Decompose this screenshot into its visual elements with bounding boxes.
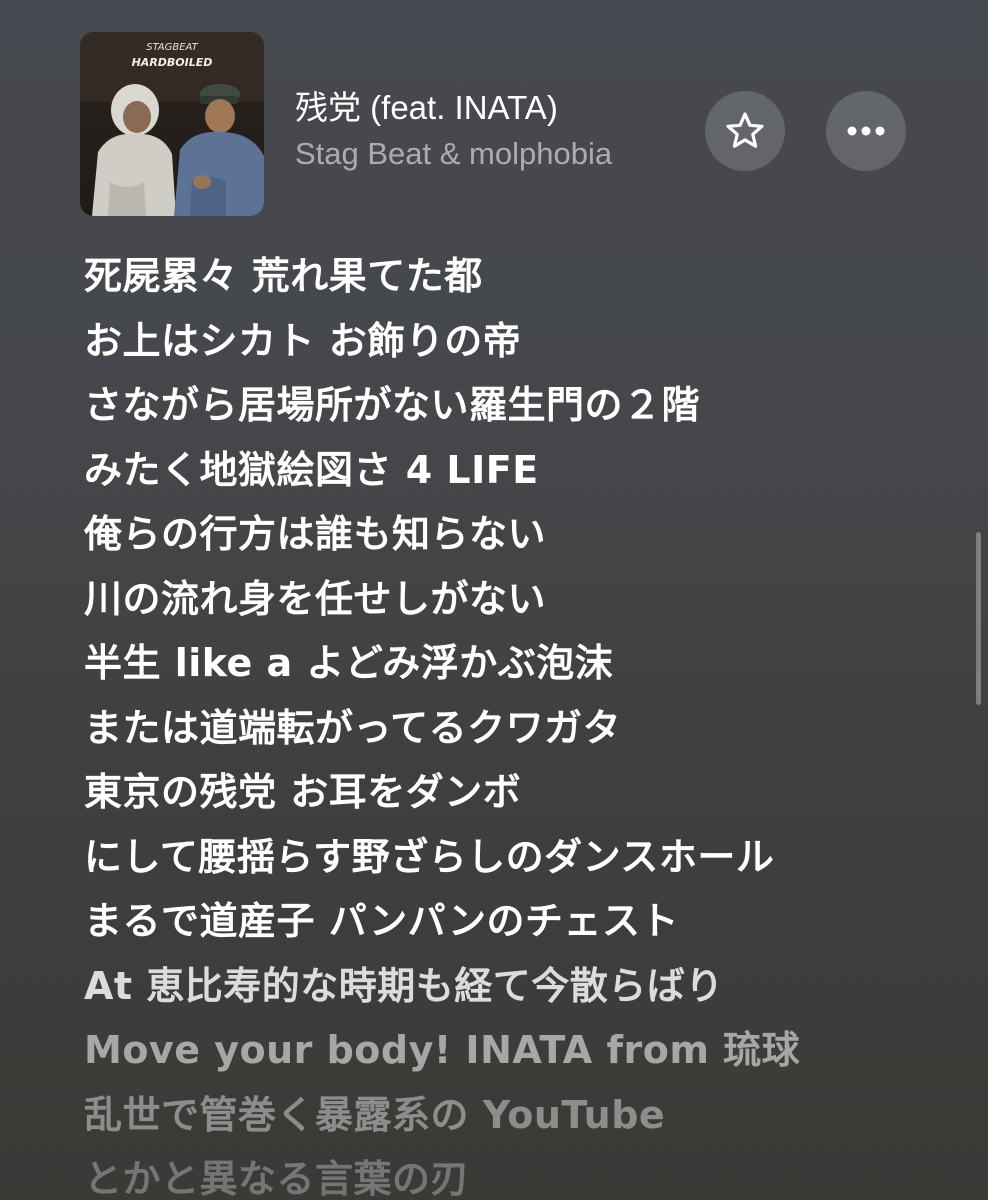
- lyrics-list[interactable]: 死屍累々 荒れ果てた都 お上はシカト お飾りの帝 さながら居場所がない羅生門の２…: [84, 244, 944, 1200]
- lyric-line[interactable]: Move your body! INATA from 琉球: [84, 1018, 944, 1083]
- lyric-line[interactable]: 乱世で管巻く暴露系の YouTube: [84, 1083, 944, 1148]
- lyric-line[interactable]: 半生 like a よどみ浮かぶ泡沫: [84, 631, 944, 696]
- now-playing-header: STAGBEAT HARDBOILED 残党 (feat. INATA) Sta…: [0, 0, 988, 240]
- lyric-line[interactable]: 川の流れ身を任せしがない: [84, 567, 944, 632]
- ellipsis-icon: [847, 126, 885, 136]
- lyric-line[interactable]: 死屍累々 荒れ果てた都: [84, 244, 944, 309]
- album-artwork-image: STAGBEAT HARDBOILED: [80, 32, 264, 216]
- lyric-line[interactable]: さながら居場所がない羅生門の２階: [84, 373, 944, 438]
- track-title: 残党 (feat. INATA): [295, 89, 558, 126]
- lyric-line[interactable]: 東京の残党 お耳をダンボ: [84, 760, 944, 825]
- more-options-button[interactable]: [826, 91, 906, 171]
- lyric-line[interactable]: At 恵比寿的な時期も経て今散らばり: [84, 954, 944, 1019]
- lyric-line[interactable]: お上はシカト お飾りの帝: [84, 309, 944, 374]
- lyric-line[interactable]: みたく地獄絵図さ 4 LIFE: [84, 438, 944, 503]
- scrollbar[interactable]: [976, 532, 981, 705]
- track-info[interactable]: 残党 (feat. INATA) Stag Beat & molphobia: [295, 88, 695, 174]
- lyric-line[interactable]: まるで道産子 パンパンのチェスト: [84, 889, 944, 954]
- album-artwork[interactable]: STAGBEAT HARDBOILED: [80, 32, 264, 216]
- lyric-line[interactable]: とかと異なる言葉の刃: [84, 1147, 944, 1200]
- svg-text:HARDBOILED: HARDBOILED: [132, 56, 213, 69]
- track-artist[interactable]: Stag Beat & molphobia: [295, 134, 695, 174]
- lyric-line[interactable]: にして腰揺らす野ざらしのダンスホール: [84, 825, 944, 890]
- star-icon: [726, 112, 764, 148]
- favorite-button[interactable]: [705, 91, 785, 171]
- svg-text:STAGBEAT: STAGBEAT: [146, 42, 198, 53]
- lyric-line[interactable]: 俺らの行方は誰も知らない: [84, 502, 944, 567]
- lyric-line[interactable]: または道端転がってるクワガタ: [84, 696, 944, 761]
